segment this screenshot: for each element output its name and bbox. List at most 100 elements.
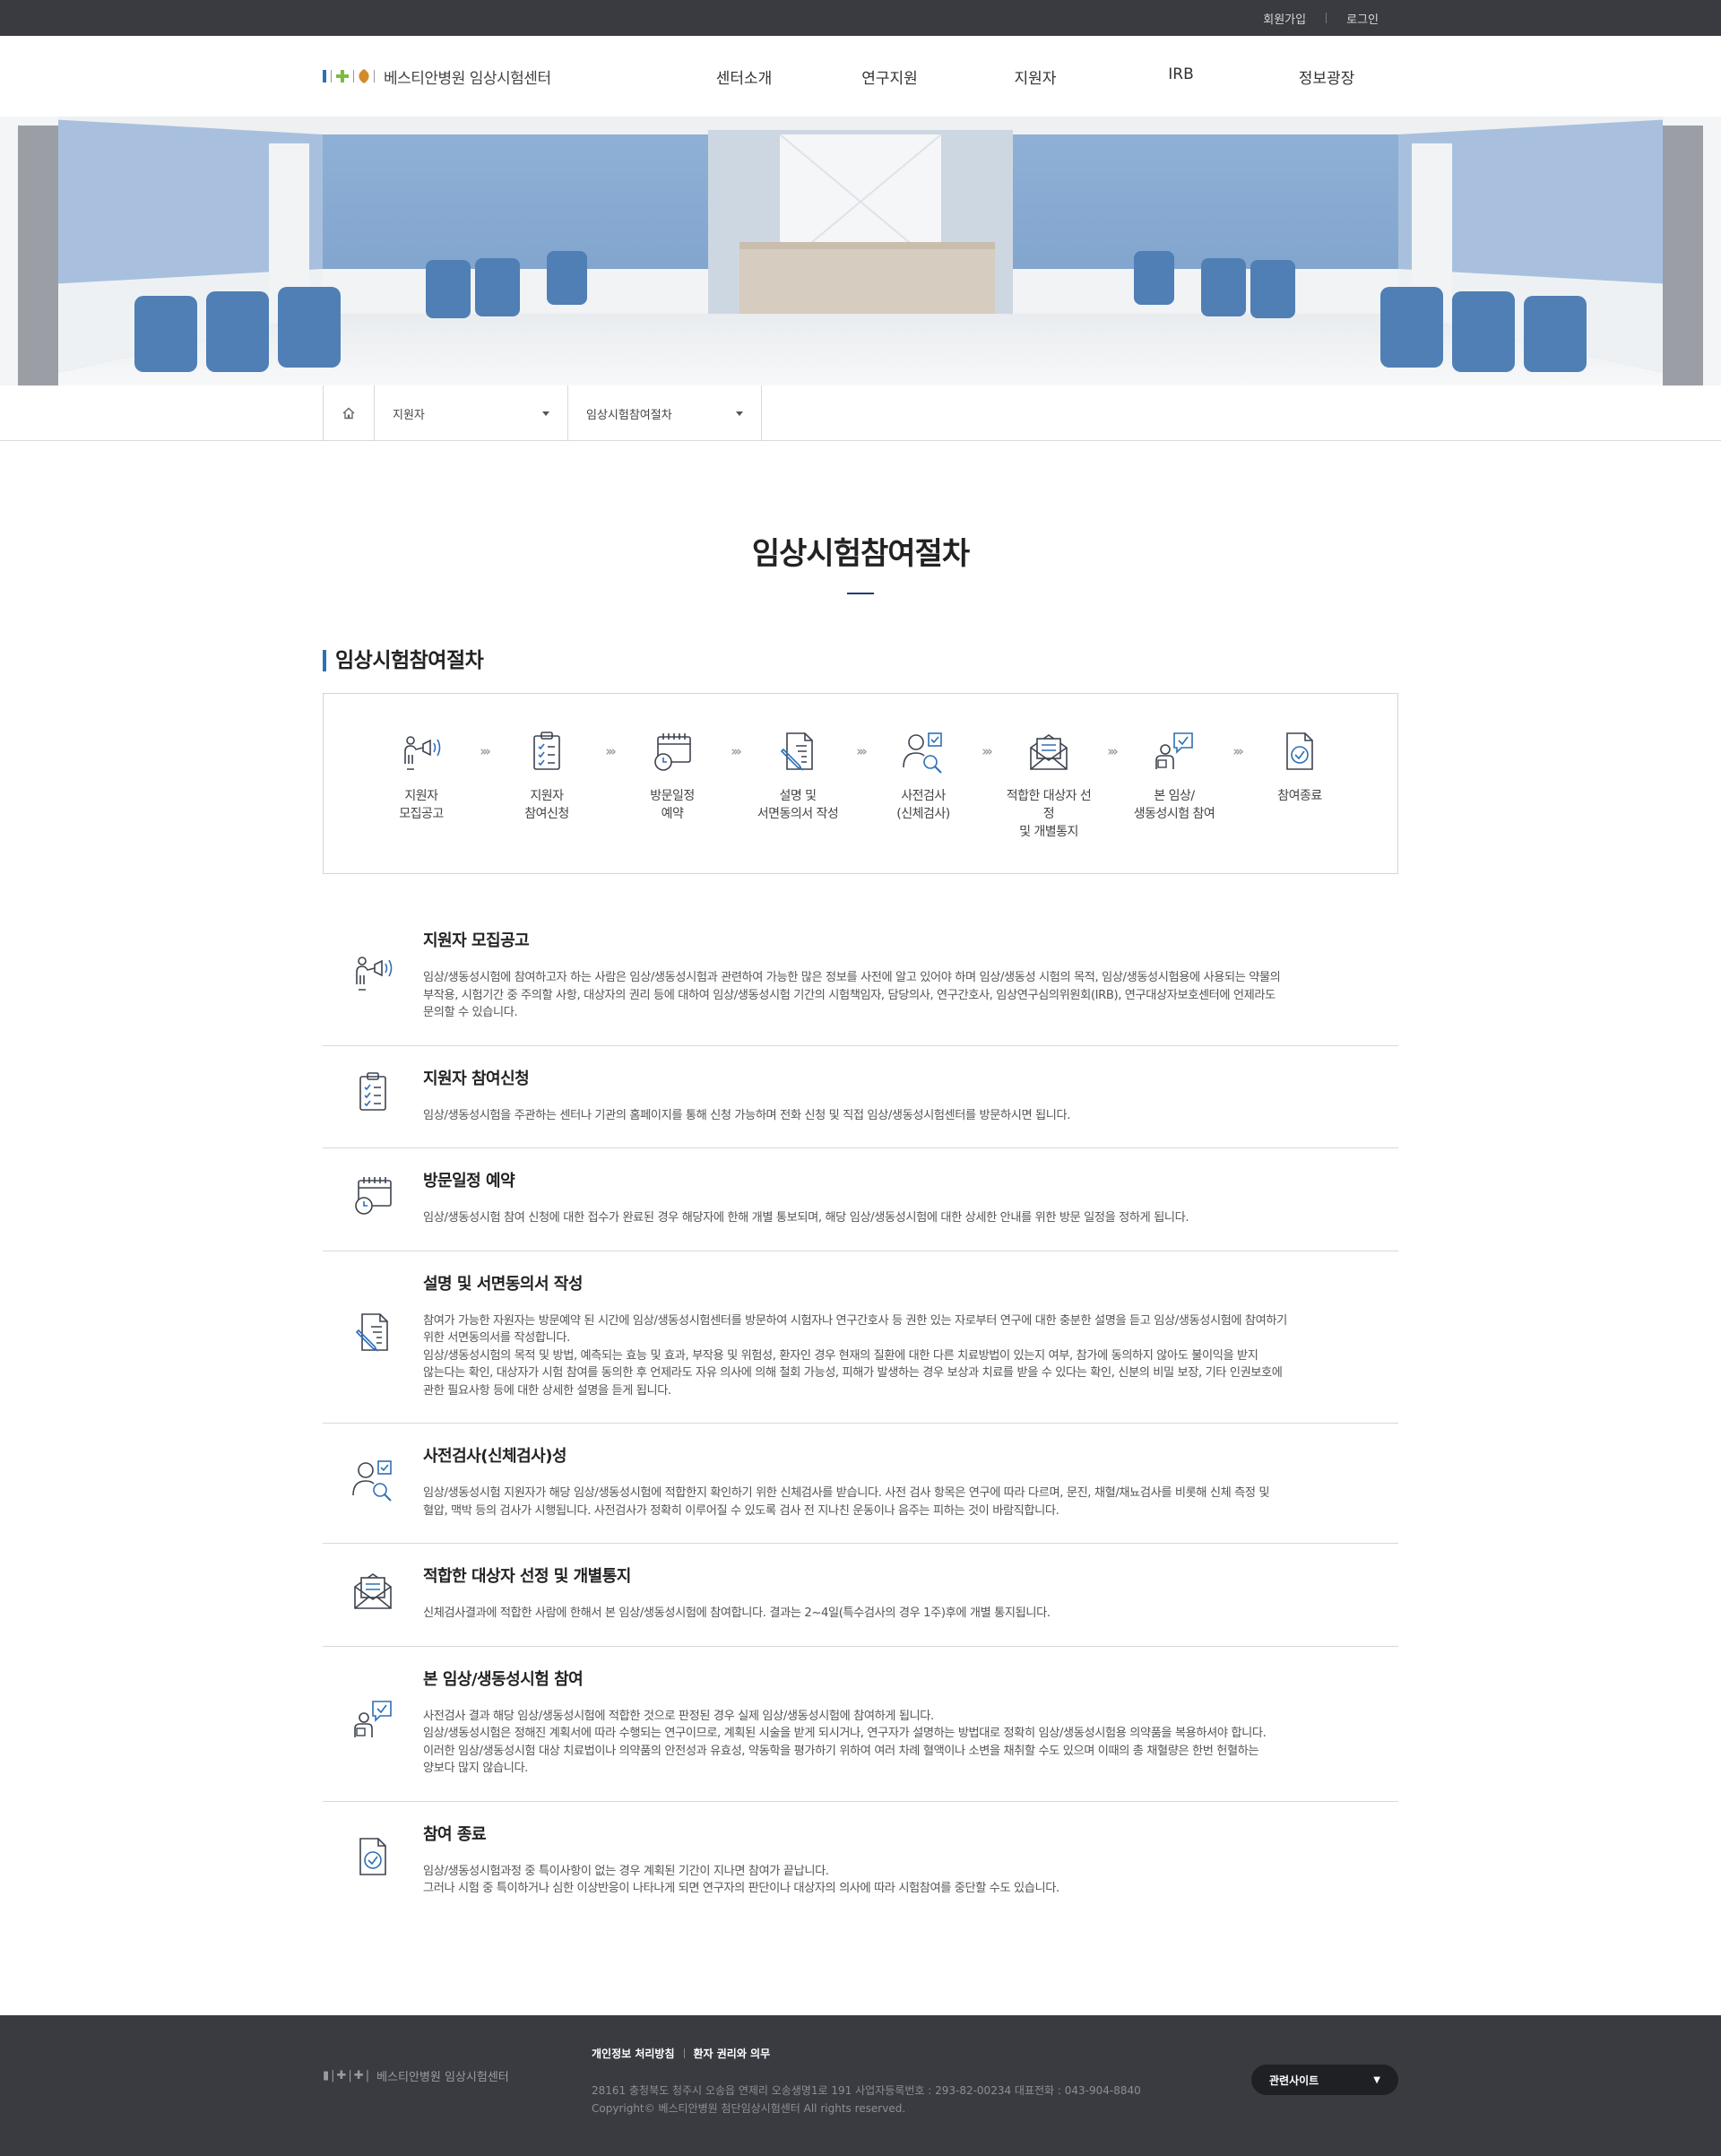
detail-text: 임상/생동성시험 지원자가 해당 임상/생동성시험에 적합한지 확인하기 위한 … — [423, 1486, 1270, 1518]
site-header: 베스티안병원 임상시험센터 센터소개 연구지원 지원자 IRB 정보광장 — [0, 36, 1721, 117]
process-step: 적합한 대상자 선정 및 개별통지 — [1006, 728, 1092, 841]
step-arrow-icon: ››› — [1232, 743, 1244, 759]
detail-title: 본 임상/생동성시험 참여 — [423, 1669, 584, 1689]
related-sites-select[interactable]: 관련사이트 ▼ — [1251, 2065, 1398, 2095]
detail-body: 본 임상/생동성시험 참여 사전검사 결과 해당 임상/생동성시험에 적합한 것… — [423, 1661, 1398, 1778]
person-search-icon — [352, 1459, 392, 1502]
related-sites-label: 관련사이트 — [1269, 2074, 1319, 2087]
footer-address: 28161 충청북도 청주시 오송읍 연제리 오송생명1로 191 사업자등록번… — [592, 2084, 1141, 2097]
login-link[interactable]: 로그인 — [1327, 10, 1398, 27]
process-step: 본 임상/ 생동성시험 참여 — [1131, 728, 1217, 823]
location-bar: 지원자 임상시험참여절차 — [0, 385, 1721, 441]
process-step-label: 지원자 참여신청 — [524, 789, 569, 821]
detail-icon-wrap — [323, 1061, 423, 1125]
process-detail-item: 설명 및 서면동의서 작성 참여가 가능한 자원자는 방문예약 된 시간에 임상… — [323, 1251, 1398, 1424]
process-detail-list: 지원자 모집공고 임상/생동성시험에 참여하고자 하는 사람은 임상/생동성시험… — [323, 908, 1398, 1921]
process-step-icon — [1276, 728, 1323, 775]
nav-item-info[interactable]: 정보광장 — [1273, 65, 1380, 88]
detail-title: 사전검사(신체검사)성 — [423, 1447, 567, 1466]
document-check-icon — [359, 1838, 386, 1875]
privacy-policy-link[interactable]: 개인정보 처리방침 — [592, 2046, 675, 2061]
section-title: 임상시험참여절차 — [323, 650, 1398, 671]
location-dropdown-depth2[interactable]: 임상시험참여절차 — [568, 385, 762, 441]
footer-links: 개인정보 처리방침 환자 권리와 의무 — [592, 2046, 770, 2061]
signup-link[interactable]: 회원가입 — [1243, 10, 1326, 27]
process-step-icon — [649, 728, 696, 775]
location-dropdown-depth1[interactable]: 지원자 — [375, 385, 568, 441]
envelope-letter-icon — [1030, 734, 1068, 770]
process-detail-item: 지원자 모집공고 임상/생동성시험에 참여하고자 하는 사람은 임상/생동성시험… — [323, 908, 1398, 1046]
step-arrow-icon: ››› — [605, 743, 617, 759]
step-arrow-icon: ››› — [982, 743, 993, 759]
detail-icon-wrap — [323, 1438, 423, 1520]
calendar-clock-icon — [355, 1176, 392, 1215]
step-arrow-icon: ››› — [480, 743, 491, 759]
calendar-clock-icon — [654, 733, 691, 771]
detail-icon-wrap — [323, 1816, 423, 1898]
detail-icon-wrap — [323, 1266, 423, 1400]
detail-text: 참여가 가능한 자원자는 방문예약 된 시간에 임상/생동성시험센터를 방문하여… — [423, 1313, 1287, 1398]
clipboard-checklist-icon — [533, 732, 560, 770]
process-step-label: 본 임상/ 생동성시험 참여 — [1133, 789, 1215, 821]
process-step-label: 설명 및 서면동의서 작성 — [757, 789, 839, 821]
nav-item-volunteer[interactable]: 지원자 — [982, 65, 1089, 88]
step-arrow-icon: ››› — [1107, 743, 1119, 759]
home-button[interactable] — [324, 385, 375, 441]
process-step: 설명 및 서면동의서 작성 — [755, 728, 841, 823]
footer-logo-mark-icon: ▮|✚|✚| — [323, 2069, 372, 2082]
location-depth1-label: 지원자 — [393, 408, 425, 422]
detail-text: 임상/생동성시험과정 중 특이사항이 없는 경우 계획된 기간이 지나면 참여가… — [423, 1864, 1059, 1896]
triangle-down-icon: ▼ — [1373, 2074, 1380, 2085]
nav-item-research[interactable]: 연구지원 — [836, 65, 944, 88]
detail-text: 사전검사 결과 해당 임상/생동성시험에 적합한 것으로 판정된 경우 실제 임… — [423, 1709, 1267, 1776]
process-detail-item: 지원자 참여신청 임상/생동성시험을 주관하는 센터나 기관의 홈페이지를 통해… — [323, 1046, 1398, 1148]
process-step-label: 방문일정 예약 — [650, 789, 695, 821]
person-search-icon — [903, 732, 942, 774]
process-step: 방문일정 예약 — [629, 728, 715, 823]
detail-title: 지원자 참여신청 — [423, 1069, 530, 1088]
detail-body: 방문일정 예약 임상/생동성시험 참여 신청에 대한 접수가 완료된 경우 해당… — [423, 1163, 1398, 1227]
step-arrow-icon: ››› — [856, 743, 868, 759]
site-footer: ▮|✚|✚| 베스티안병원 임상시험센터 개인정보 처리방침 환자 권리와 의무… — [0, 2015, 1721, 2156]
nav-item-center[interactable]: 센터소개 — [690, 65, 798, 88]
patient-rights-link[interactable]: 환자 권리와 의무 — [694, 2046, 771, 2061]
process-detail-item: 본 임상/생동성시험 참여 사전검사 결과 해당 임상/생동성시험에 적합한 것… — [323, 1647, 1398, 1802]
main-navigation: 센터소개 연구지원 지원자 IRB 정보광장 — [690, 65, 1398, 88]
detail-body: 지원자 모집공고 임상/생동성시험에 참여하고자 하는 사람은 임상/생동성시험… — [423, 922, 1398, 1022]
clipboard-checklist-icon — [359, 1072, 386, 1112]
process-detail-item: 참여 종료 임상/생동성시험과정 중 특이사항이 없는 경우 계획된 기간이 지… — [323, 1802, 1398, 1921]
detail-icon-wrap — [323, 1661, 423, 1778]
detail-body: 사전검사(신체검사)성 임상/생동성시험 지원자가 해당 임상/생동성시험에 적… — [423, 1438, 1398, 1520]
detail-text: 신체검사결과에 적합한 사람에 한해서 본 임상/생동성시험에 참여합니다. 결… — [423, 1606, 1051, 1620]
document-pen-icon — [780, 732, 813, 771]
site-logo[interactable]: 베스티안병원 임상시험센터 — [323, 65, 690, 88]
detail-body: 지원자 참여신청 임상/생동성시험을 주관하는 센터나 기관의 홈페이지를 통해… — [423, 1061, 1398, 1125]
detail-text: 임상/생동성시험에 참여하고자 하는 사람은 임상/생동성시험과 관련하여 가능… — [423, 971, 1281, 1019]
detail-body: 참여 종료 임상/생동성시험과정 중 특이사항이 없는 경우 계획된 기간이 지… — [423, 1816, 1398, 1898]
detail-title: 참여 종료 — [423, 1824, 487, 1844]
process-detail-item: 방문일정 예약 임상/생동성시험 참여 신청에 대한 접수가 완료된 경우 해당… — [323, 1148, 1398, 1251]
person-chat-check-icon — [354, 1700, 392, 1737]
nav-item-irb[interactable]: IRB — [1128, 65, 1235, 88]
detail-title: 적합한 대상자 선정 및 개별통지 — [423, 1567, 631, 1586]
footer-logo: ▮|✚|✚| 베스티안병원 임상시험센터 — [323, 2067, 509, 2084]
process-step: 지원자 모집공고 — [378, 728, 464, 823]
detail-body: 설명 및 서면동의서 작성 참여가 가능한 자원자는 방문예약 된 시간에 임상… — [423, 1266, 1398, 1400]
process-step-label: 참여종료 — [1277, 789, 1322, 803]
page-title: 임상시험참여절차 — [751, 536, 970, 572]
detail-icon-wrap — [323, 1558, 423, 1623]
process-step: 사전검사 (신체검사) — [880, 728, 966, 823]
detail-title: 방문일정 예약 — [423, 1172, 515, 1191]
detail-text: 임상/생동성시험 참여 신청에 대한 접수가 완료된 경우 해당자에 한해 개별… — [423, 1211, 1189, 1225]
megaphone-person-icon — [404, 736, 441, 770]
detail-title: 설명 및 서면동의서 작성 — [423, 1274, 583, 1294]
process-step-label: 적합한 대상자 선정 및 개별통지 — [1006, 789, 1092, 839]
footer-info: 28161 충청북도 청주시 오송읍 연제리 오송생명1로 191 사업자등록번… — [592, 2082, 1141, 2117]
process-step-icon — [1151, 728, 1198, 775]
caret-down-icon — [542, 411, 549, 416]
process-step: 지원자 참여신청 — [504, 728, 590, 823]
process-step-icon — [398, 728, 445, 775]
location-depth2-label: 임상시험참여절차 — [586, 408, 672, 422]
detail-body: 적합한 대상자 선정 및 개별통지 신체검사결과에 적합한 사람에 한해서 본 … — [423, 1558, 1398, 1623]
detail-icon-wrap — [323, 922, 423, 1022]
